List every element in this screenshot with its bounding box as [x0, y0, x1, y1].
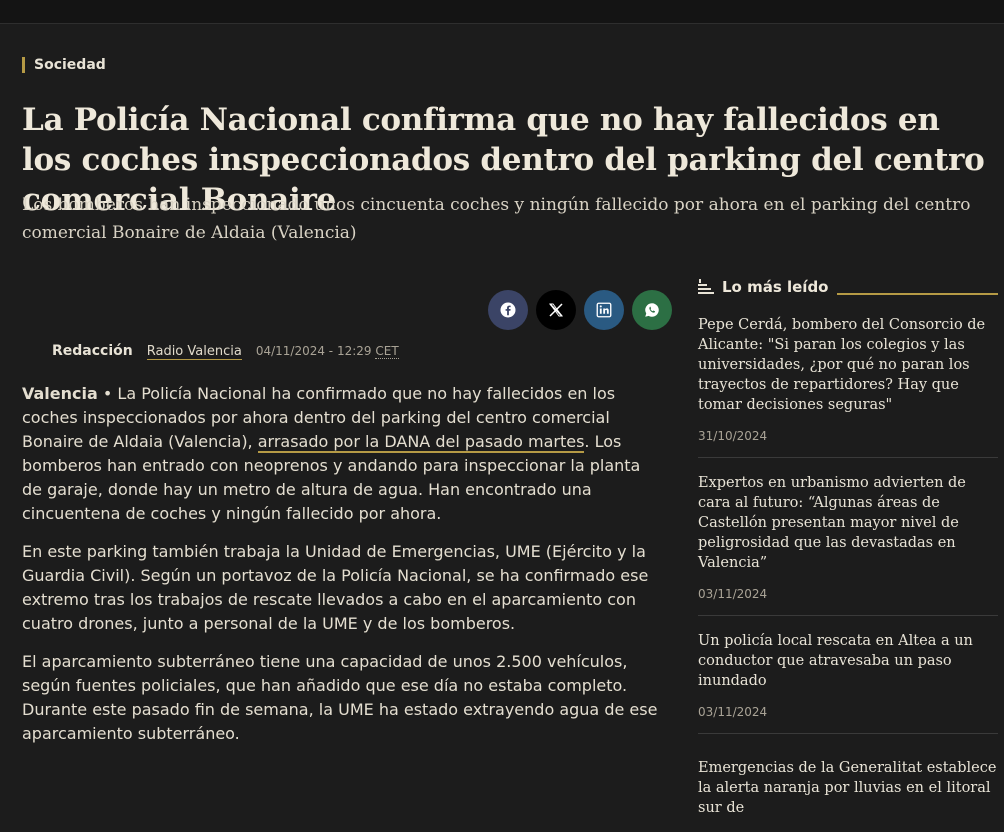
- ranking-list-icon: [698, 279, 714, 294]
- most-read-header: Lo más leído: [698, 274, 998, 300]
- source-link[interactable]: Radio Valencia: [146, 344, 242, 360]
- share-buttons: [488, 290, 672, 330]
- most-read-item[interactable]: Pepe Cerdá, bombero del Consorcio de Ali…: [698, 315, 998, 458]
- article-subtitle: Los bomberos han inspeccionado unos cinc…: [22, 195, 971, 243]
- top-navigation-bar: [0, 0, 1004, 24]
- category-label[interactable]: Sociedad: [22, 57, 106, 73]
- facebook-icon: [500, 302, 516, 318]
- most-read-item-title[interactable]: Pepe Cerdá, bombero del Consorcio de Ali…: [698, 315, 998, 415]
- most-read-item-date: 03/11/2024: [698, 705, 768, 719]
- most-read-item-title[interactable]: Un policía local rescata en Altea a un c…: [698, 631, 998, 691]
- share-x-button[interactable]: [536, 290, 576, 330]
- paragraph-2: En este parking también trabaja la Unida…: [22, 542, 649, 633]
- linkedin-icon: [596, 302, 612, 318]
- header-rule: [836, 293, 998, 295]
- article-body: Valencia • La Policía Nacional ha confir…: [22, 382, 662, 760]
- most-read-item[interactable]: Emergencias de la Generalitat establece …: [698, 758, 998, 832]
- most-read-item-title[interactable]: Expertos en urbanismo advierten de cara …: [698, 473, 998, 573]
- timezone-abbr: CET: [375, 344, 399, 359]
- x-icon: [549, 303, 563, 317]
- author-name: Redacción: [52, 343, 133, 359]
- whatsapp-icon: [645, 303, 659, 317]
- most-read-item-date: 03/11/2024: [698, 587, 768, 601]
- most-read-item-title[interactable]: Emergencias de la Generalitat establece …: [698, 758, 998, 818]
- most-read-title: Lo más leído: [722, 278, 829, 296]
- share-linkedin-button[interactable]: [584, 290, 624, 330]
- paragraph-3: El aparcamiento subterráneo tiene una ca…: [22, 652, 658, 743]
- publish-date-value: 04/11/2024 - 12:29: [255, 344, 372, 358]
- dateline-bullet: •: [97, 384, 118, 403]
- article-byline: Redacción Radio Valencia 04/11/2024 - 12…: [52, 343, 399, 360]
- dateline-location: Valencia: [22, 384, 98, 403]
- share-whatsapp-button[interactable]: [632, 290, 672, 330]
- share-facebook-button[interactable]: [488, 290, 528, 330]
- related-article-link[interactable]: arrasado por la DANA del pasado martes: [257, 432, 585, 453]
- publish-date: 04/11/2024 - 12:29 CET: [255, 344, 399, 359]
- most-read-item[interactable]: Un policía local rescata en Altea a un c…: [698, 631, 998, 734]
- most-read-item[interactable]: Expertos en urbanismo advierten de cara …: [698, 473, 998, 616]
- most-read-sidebar: Lo más leído Pepe Cerdá, bombero del Con…: [698, 274, 998, 832]
- most-read-item-date: 31/10/2024: [698, 429, 768, 443]
- paragraph-1: Valencia • La Policía Nacional ha confir…: [22, 382, 662, 526]
